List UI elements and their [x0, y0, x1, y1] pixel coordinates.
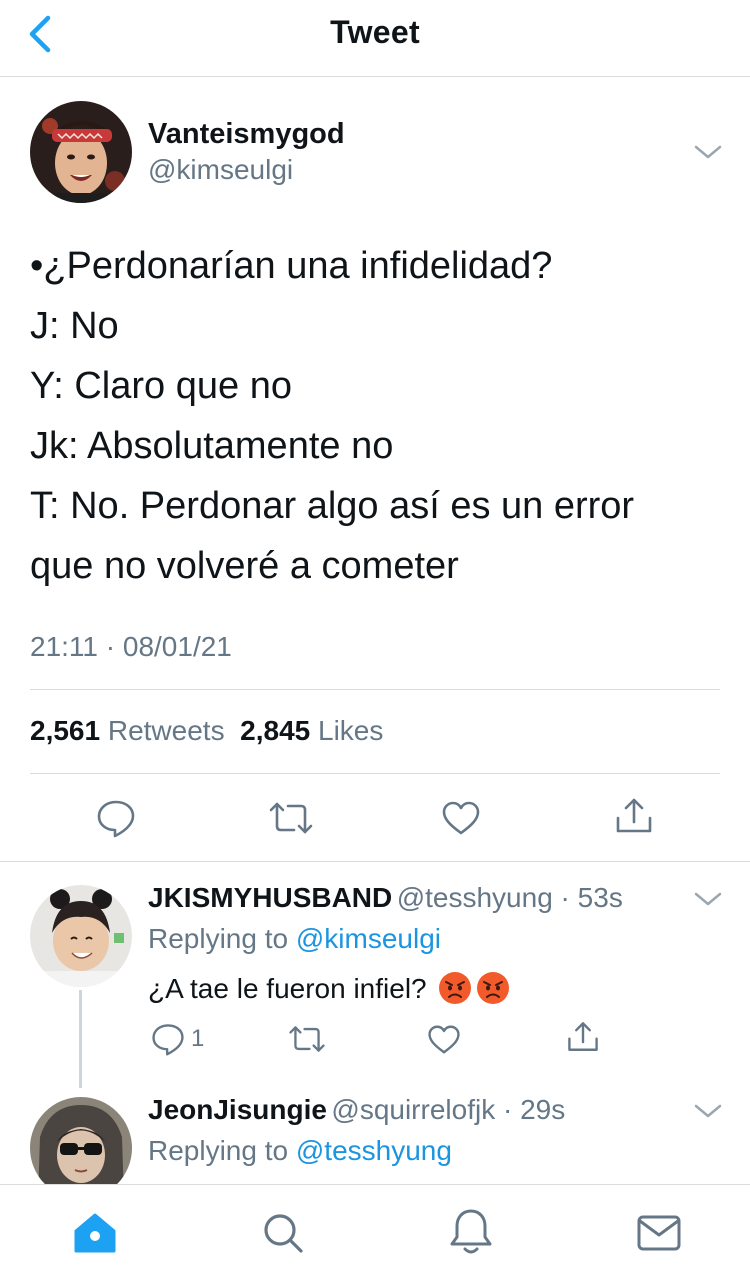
author-avatar[interactable]: [30, 101, 132, 203]
comment-icon[interactable]: [96, 798, 136, 838]
reply-count: 1: [191, 1025, 205, 1052]
separator-dot: ·: [495, 1094, 521, 1125]
thread-connector: [79, 990, 82, 1088]
reply-comment-button[interactable]: 1: [151, 1022, 204, 1056]
tweet-line: T: No. Perdonar algo así es un error: [30, 485, 635, 527]
messages-icon[interactable]: [636, 1213, 682, 1253]
chevron-down-icon[interactable]: [693, 889, 723, 909]
engagement-stats: 2,561 Retweets 2,845 Likes: [30, 715, 383, 747]
reply-time: 29s: [520, 1094, 566, 1125]
replying-to-link[interactable]: @kimseulgi: [296, 923, 441, 954]
replying-prefix: Replying to: [148, 923, 289, 954]
replying-to: Replying to @tesshyung: [148, 1135, 452, 1167]
retweet-icon[interactable]: [268, 800, 314, 836]
share-icon[interactable]: [566, 1020, 600, 1054]
search-icon[interactable]: [261, 1211, 305, 1255]
divider: [30, 689, 720, 690]
chevron-down-icon[interactable]: [693, 142, 723, 162]
bottom-tab-bar: [0, 1184, 750, 1283]
retweets-stat[interactable]: 2,561 Retweets: [30, 715, 225, 746]
replying-prefix: Replying to: [148, 1135, 289, 1166]
heart-icon[interactable]: [441, 800, 481, 836]
separator-dot: ·: [552, 882, 578, 913]
tweet-line: •¿Perdonarían una infidelidad?: [30, 245, 553, 287]
author-handle[interactable]: @kimseulgi: [148, 154, 293, 186]
comment-icon: [152, 1024, 184, 1056]
reply-avatar[interactable]: [30, 885, 132, 987]
top-nav-bar: Tweet: [0, 0, 750, 77]
replying-to: Replying to @kimseulgi: [148, 923, 441, 955]
tweet-line: que no volveré a cometer: [30, 545, 459, 587]
reply-author-handle[interactable]: @squirrelofjk: [331, 1094, 495, 1125]
reply-body: ¿A tae le fueron infiel?: [148, 971, 510, 1005]
tweet-line: Y: Claro que no: [30, 365, 292, 407]
reply-text: ¿A tae le fueron infiel?: [148, 973, 427, 1004]
reply-author-name[interactable]: JeonJisungie: [148, 1094, 327, 1125]
replying-to-link[interactable]: @tesshyung: [296, 1135, 452, 1166]
divider: [30, 773, 720, 774]
retweet-icon[interactable]: [288, 1024, 326, 1054]
divider: [0, 861, 750, 862]
likes-stat[interactable]: 2,845 Likes: [240, 715, 383, 746]
reply-author-handle[interactable]: @tesshyung: [397, 882, 553, 913]
reply-header: JKISMYHUSBAND @tesshyung · 53s: [148, 882, 623, 914]
chevron-down-icon[interactable]: [693, 1101, 723, 1121]
retweets-count: 2,561: [30, 715, 101, 746]
share-icon[interactable]: [614, 796, 654, 836]
heart-icon[interactable]: [427, 1024, 461, 1055]
author-name[interactable]: Vanteismygod: [148, 118, 345, 151]
tweet-line: J: No: [30, 305, 119, 347]
reply-time: 53s: [577, 882, 623, 913]
reply-author-name[interactable]: JKISMYHUSBAND: [148, 882, 392, 913]
likes-count: 2,845: [240, 715, 311, 746]
likes-label: Likes: [318, 715, 384, 746]
angry-face-emoji: [477, 972, 510, 1004]
angry-face-emoji: [439, 972, 472, 1004]
page-title: Tweet: [330, 14, 420, 50]
home-icon[interactable]: [72, 1211, 118, 1255]
reply-header: JeonJisungie @squirrelofjk · 29s: [148, 1094, 565, 1126]
tweet-body: •¿Perdonarían una infidelidad? J: No Y: …: [30, 236, 720, 596]
notifications-icon[interactable]: [449, 1207, 493, 1257]
tweet-line: Jk: Absolutamente no: [30, 425, 394, 467]
tweet-timestamp: 21:11 · 08/01/21: [30, 631, 232, 662]
retweets-label: Retweets: [107, 715, 225, 746]
